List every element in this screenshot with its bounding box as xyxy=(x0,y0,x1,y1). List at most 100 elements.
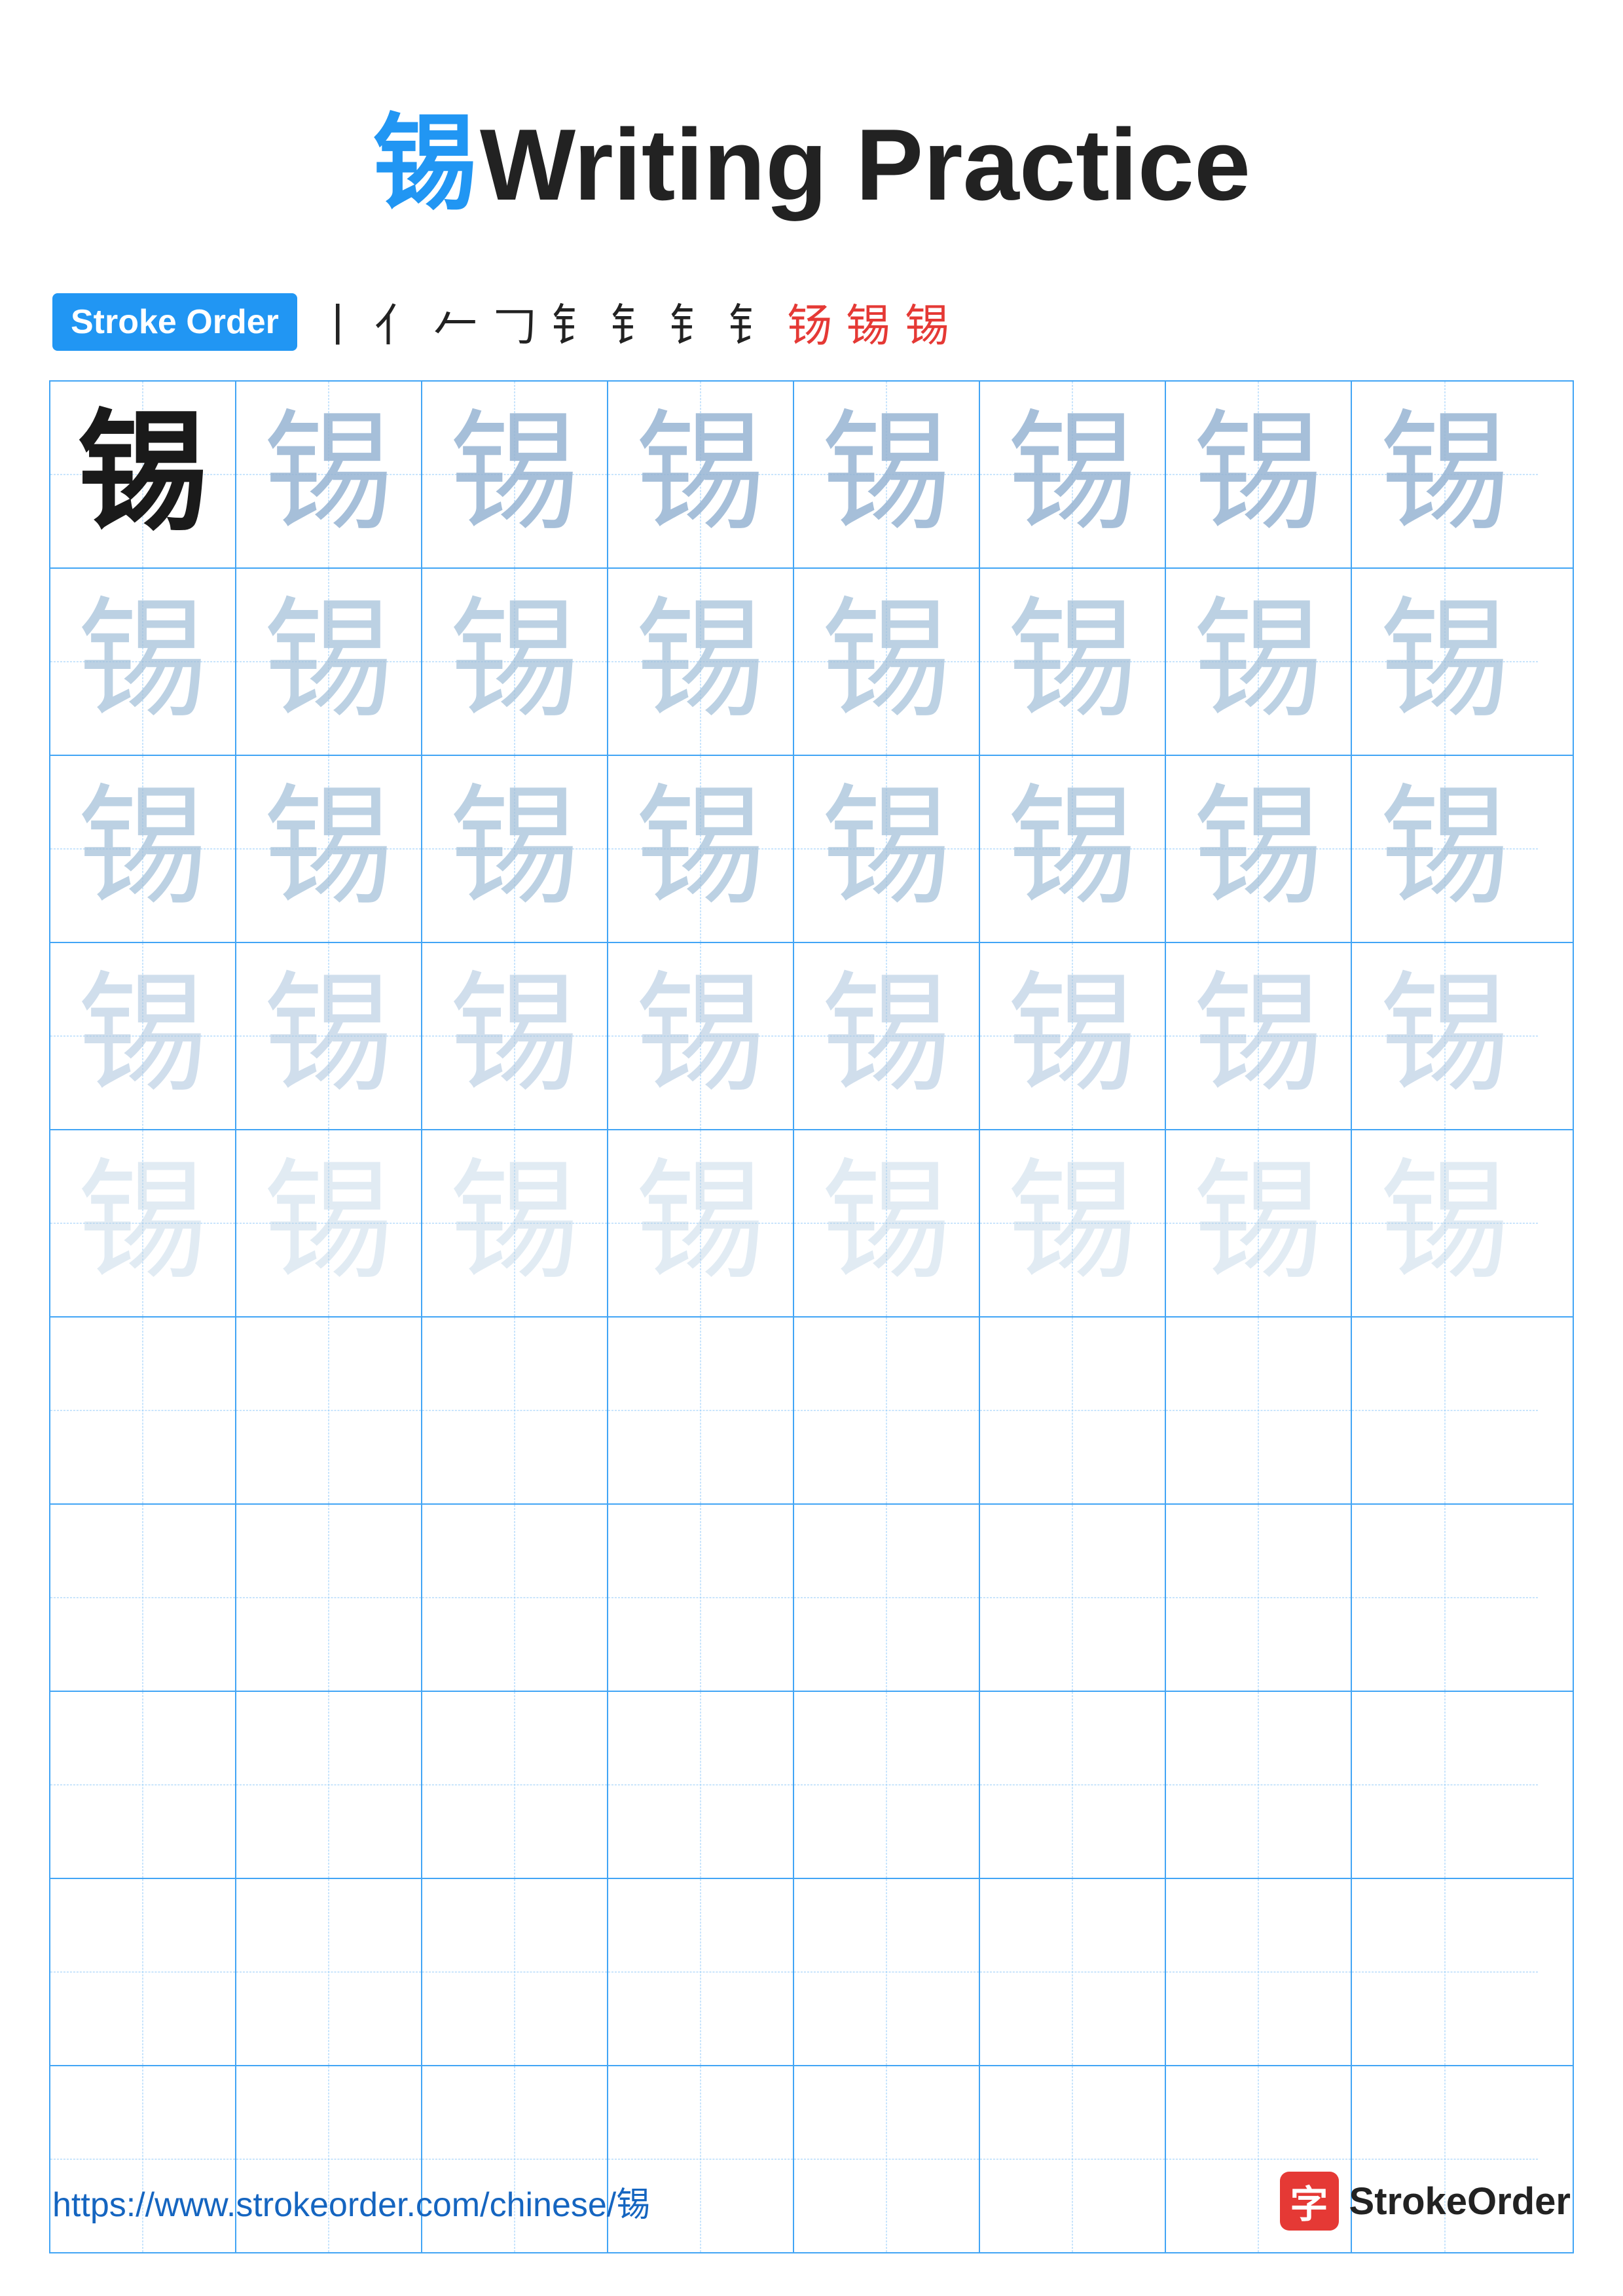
cell-5-7: 锡 xyxy=(1166,1130,1352,1316)
cell-1-6: 锡 xyxy=(980,382,1166,567)
cell-8-1 xyxy=(50,1692,236,1878)
cell-6-6 xyxy=(980,1318,1166,1503)
cell-2-3: 锡 xyxy=(422,569,608,755)
cell-3-8: 锡 xyxy=(1352,756,1538,942)
grid-row-2: 锡 锡 锡 锡 锡 锡 锡 锡 xyxy=(50,569,1573,756)
cell-9-8 xyxy=(1352,1879,1538,2065)
cell-2-4: 锡 xyxy=(608,569,794,755)
cell-2-2: 锡 xyxy=(236,569,422,755)
cell-6-8 xyxy=(1352,1318,1538,1503)
stroke-11: 锡 xyxy=(905,289,949,354)
cell-1-8: 锡 xyxy=(1352,382,1538,567)
stroke-4: 𠃌 xyxy=(492,289,537,354)
cell-8-6 xyxy=(980,1692,1166,1878)
cell-7-6 xyxy=(980,1505,1166,1691)
cell-3-3: 锡 xyxy=(422,756,608,942)
grid-row-5: 锡 锡 锡 锡 锡 锡 锡 锡 xyxy=(50,1130,1573,1318)
grid-row-4: 锡 锡 锡 锡 锡 锡 锡 锡 xyxy=(50,943,1573,1130)
cell-3-7: 锡 xyxy=(1166,756,1352,942)
cell-9-3 xyxy=(422,1879,608,2065)
cell-1-4: 锡 xyxy=(608,382,794,567)
cell-7-3 xyxy=(422,1505,608,1691)
cell-2-6: 锡 xyxy=(980,569,1166,755)
cell-7-7 xyxy=(1166,1505,1352,1691)
cell-4-4: 锡 xyxy=(608,943,794,1129)
footer-logo: 字 StrokeOrder xyxy=(1280,2172,1571,2231)
cell-2-8: 锡 xyxy=(1352,569,1538,755)
cell-1-3: 锡 xyxy=(422,382,608,567)
cell-6-2 xyxy=(236,1318,422,1503)
grid-row-1: 锡 锡 锡 锡 锡 锡 锡 锡 xyxy=(50,382,1573,569)
cell-5-5: 锡 xyxy=(794,1130,980,1316)
cell-8-2 xyxy=(236,1692,422,1878)
title-text: Writing Practice xyxy=(480,108,1250,221)
cell-1-5: 锡 xyxy=(794,382,980,567)
cell-5-1: 锡 xyxy=(50,1130,236,1316)
cell-8-4 xyxy=(608,1692,794,1878)
cell-2-1: 锡 xyxy=(50,569,236,755)
logo-text: StrokeOrder xyxy=(1349,2179,1571,2223)
stroke-8: 钅 xyxy=(728,289,773,354)
cell-3-5: 锡 xyxy=(794,756,980,942)
cell-8-5 xyxy=(794,1692,980,1878)
cell-3-2: 锡 xyxy=(236,756,422,942)
cell-6-7 xyxy=(1166,1318,1352,1503)
practice-grid: 锡 锡 锡 锡 锡 锡 锡 锡 锡 锡 锡 锡 锡 锡 锡 锡 锡 锡 锡 锡 … xyxy=(49,380,1574,2253)
page-title: 锡 Writing Practice xyxy=(0,0,1623,270)
grid-row-9 xyxy=(50,1879,1573,2066)
stroke-5: 钅 xyxy=(551,289,596,354)
cell-8-7 xyxy=(1166,1692,1352,1878)
cell-3-1: 锡 xyxy=(50,756,236,942)
cell-8-8 xyxy=(1352,1692,1538,1878)
grid-row-3: 锡 锡 锡 锡 锡 锡 锡 锡 xyxy=(50,756,1573,943)
cell-6-1 xyxy=(50,1318,236,1503)
cell-9-4 xyxy=(608,1879,794,2065)
cell-3-6: 锡 xyxy=(980,756,1166,942)
stroke-9: 钖 xyxy=(787,289,831,354)
stroke-10: 锡 xyxy=(846,289,890,354)
cell-5-4: 锡 xyxy=(608,1130,794,1316)
grid-row-8 xyxy=(50,1692,1573,1879)
cell-4-6: 锡 xyxy=(980,943,1166,1129)
cell-1-2: 锡 xyxy=(236,382,422,567)
stroke-order-badge: Stroke Order xyxy=(52,293,297,351)
logo-icon: 字 xyxy=(1280,2172,1339,2231)
cell-4-3: 锡 xyxy=(422,943,608,1129)
cell-5-6: 锡 xyxy=(980,1130,1166,1316)
cell-9-6 xyxy=(980,1879,1166,2065)
cell-1-1: 锡 xyxy=(50,382,236,567)
stroke-6: 钅 xyxy=(610,289,655,354)
cell-6-3 xyxy=(422,1318,608,1503)
cell-7-8 xyxy=(1352,1505,1538,1691)
footer: https://www.strokeorder.com/chinese/锡 字 … xyxy=(0,2172,1623,2231)
stroke-1: 丨 xyxy=(316,289,360,354)
stroke-order-chars: 丨 亻 𠂉 𠃌 钅 钅 钅 钅 钖 锡 锡 xyxy=(316,289,949,354)
cell-9-5 xyxy=(794,1879,980,2065)
cell-9-7 xyxy=(1166,1879,1352,2065)
footer-url[interactable]: https://www.strokeorder.com/chinese/锡 xyxy=(52,2177,650,2226)
cell-4-5: 锡 xyxy=(794,943,980,1129)
cell-2-7: 锡 xyxy=(1166,569,1352,755)
stroke-2: 亻 xyxy=(374,289,419,354)
cell-9-2 xyxy=(236,1879,422,2065)
cell-5-2: 锡 xyxy=(236,1130,422,1316)
stroke-3: 𠂉 xyxy=(433,289,478,354)
cell-1-7: 锡 xyxy=(1166,382,1352,567)
cell-6-5 xyxy=(794,1318,980,1503)
grid-row-6 xyxy=(50,1318,1573,1505)
cell-2-5: 锡 xyxy=(794,569,980,755)
title-char: 锡 xyxy=(373,106,477,223)
cell-4-7: 锡 xyxy=(1166,943,1352,1129)
cell-7-5 xyxy=(794,1505,980,1691)
cell-5-3: 锡 xyxy=(422,1130,608,1316)
cell-7-2 xyxy=(236,1505,422,1691)
cell-7-4 xyxy=(608,1505,794,1691)
cell-9-1 xyxy=(50,1879,236,2065)
cell-3-4: 锡 xyxy=(608,756,794,942)
stroke-7: 钅 xyxy=(669,289,714,354)
cell-5-8: 锡 xyxy=(1352,1130,1538,1316)
cell-7-1 xyxy=(50,1505,236,1691)
cell-8-3 xyxy=(422,1692,608,1878)
cell-4-8: 锡 xyxy=(1352,943,1538,1129)
cell-6-4 xyxy=(608,1318,794,1503)
